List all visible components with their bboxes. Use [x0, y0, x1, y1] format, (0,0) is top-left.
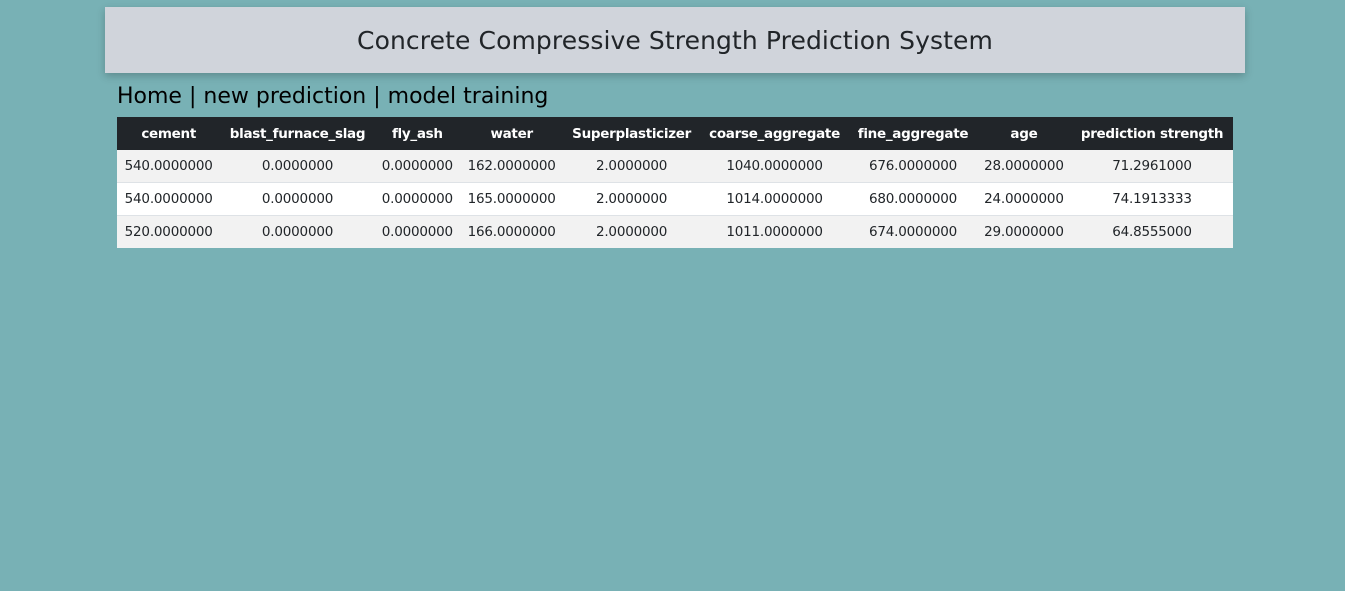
table-cell: 162.0000000 — [459, 150, 564, 183]
table-cell: 2.0000000 — [563, 150, 700, 183]
table-row: 520.0000000 0.0000000 0.0000000 166.0000… — [117, 215, 1233, 248]
table-cell: 64.8555000 — [1071, 215, 1233, 248]
table-cell: 680.0000000 — [849, 182, 977, 216]
table-cell: 0.0000000 — [374, 215, 460, 248]
column-header-blast-furnace-slag: blast_furnace_slag — [220, 117, 375, 150]
nav-separator: | — [373, 84, 381, 109]
table-cell: 1040.0000000 — [699, 150, 850, 183]
page-title: Concrete Compressive Strength Prediction… — [357, 25, 993, 55]
table-row: 540.0000000 0.0000000 0.0000000 165.0000… — [117, 182, 1233, 216]
column-header-fly-ash: fly_ash — [374, 117, 460, 150]
nav-link-model-training[interactable]: model training — [388, 84, 549, 109]
column-header-cement: cement — [117, 117, 221, 150]
table-cell: 540.0000000 — [117, 150, 221, 183]
table-cell: 0.0000000 — [220, 182, 375, 216]
table-cell: 74.1913333 — [1071, 182, 1233, 216]
table-row: 540.0000000 0.0000000 0.0000000 162.0000… — [117, 150, 1233, 183]
table-cell: 28.0000000 — [976, 150, 1072, 183]
table-cell: 0.0000000 — [374, 150, 460, 183]
table-body: 540.0000000 0.0000000 0.0000000 162.0000… — [117, 150, 1233, 248]
column-header-age: age — [976, 117, 1072, 150]
table-cell: 24.0000000 — [976, 182, 1072, 216]
column-header-water: water — [459, 117, 564, 150]
nav-link-home[interactable]: Home — [117, 84, 182, 109]
table-cell: 1014.0000000 — [699, 182, 850, 216]
column-header-coarse-aggregate: coarse_aggregate — [699, 117, 850, 150]
table-cell: 0.0000000 — [220, 150, 375, 183]
table-cell: 165.0000000 — [459, 182, 564, 216]
table-cell: 1011.0000000 — [699, 215, 850, 248]
table-cell: 0.0000000 — [374, 182, 460, 216]
table-cell: 166.0000000 — [459, 215, 564, 248]
table-cell: 71.2961000 — [1071, 150, 1233, 183]
column-header-fine-aggregate: fine_aggregate — [849, 117, 977, 150]
nav-link-new-prediction[interactable]: new prediction — [203, 84, 366, 109]
page-header: Concrete Compressive Strength Prediction… — [105, 7, 1245, 73]
predictions-table: cement blast_furnace_slag fly_ash water … — [117, 117, 1233, 248]
table-cell: 2.0000000 — [563, 215, 700, 248]
nav-bar: Home | new prediction | model training — [117, 82, 548, 112]
table-cell: 29.0000000 — [976, 215, 1072, 248]
table-cell: 0.0000000 — [220, 215, 375, 248]
table-cell: 676.0000000 — [849, 150, 977, 183]
table-cell: 2.0000000 — [563, 182, 700, 216]
table-cell: 540.0000000 — [117, 182, 221, 216]
table-header: cement blast_furnace_slag fly_ash water … — [117, 117, 1233, 150]
table-header-row: cement blast_furnace_slag fly_ash water … — [117, 117, 1233, 150]
column-header-superplasticizer: Superplasticizer — [563, 117, 700, 150]
nav-separator: | — [188, 84, 197, 109]
column-header-prediction-strength: prediction strength — [1071, 117, 1233, 150]
table-cell: 520.0000000 — [117, 215, 221, 248]
table-cell: 674.0000000 — [849, 215, 977, 248]
